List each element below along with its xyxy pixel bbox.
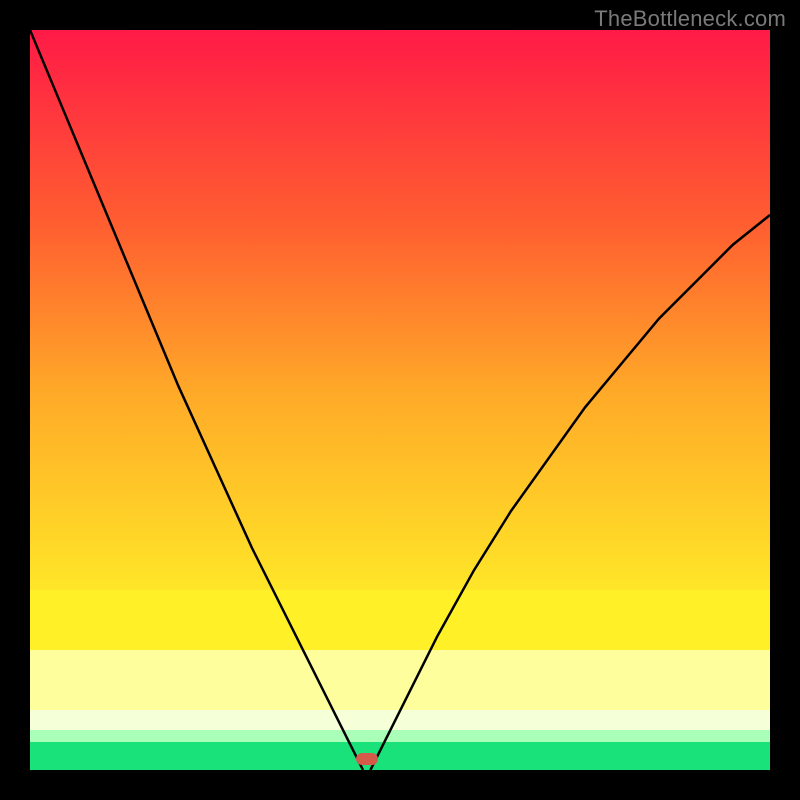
vertex-marker <box>356 753 378 765</box>
band-whitish <box>30 710 770 730</box>
gradient-band-0 <box>30 30 770 100</box>
gradient-band-2 <box>30 170 770 240</box>
band-yellow <box>30 590 770 650</box>
band-pale-yellow <box>30 650 770 710</box>
gradient-band-3 <box>30 240 770 310</box>
band-pale-green <box>30 730 770 742</box>
gradient-band-5 <box>30 380 770 450</box>
gradient-band-4 <box>30 310 770 380</box>
band-green <box>30 742 770 770</box>
gradient-band-7 <box>30 520 770 590</box>
gradient-band-1 <box>30 100 770 170</box>
chart-frame: TheBottleneck.com <box>0 0 800 800</box>
watermark-text: TheBottleneck.com <box>594 6 786 32</box>
gradient-band-6 <box>30 450 770 520</box>
plot-area <box>30 30 770 770</box>
